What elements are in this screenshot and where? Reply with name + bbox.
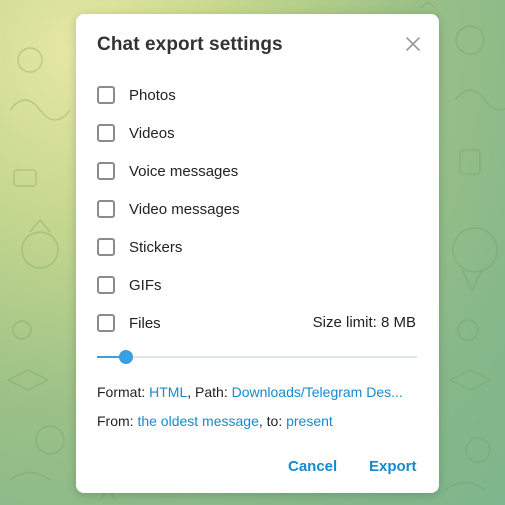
to-prefix: , to: — [258, 413, 287, 429]
path-link[interactable]: Downloads/Telegram Des... — [232, 384, 403, 400]
option-video-messages[interactable]: Video messages — [97, 198, 240, 220]
checkbox-photos[interactable] — [97, 86, 115, 104]
option-label-gifs: GIFs — [129, 276, 162, 294]
option-voice-messages[interactable]: Voice messages — [97, 160, 238, 182]
checkbox-videos[interactable] — [97, 124, 115, 142]
close-icon[interactable] — [405, 36, 421, 52]
option-stickers[interactable]: Stickers — [97, 236, 182, 258]
option-label-photos: Photos — [129, 86, 176, 104]
export-button[interactable]: Export — [369, 458, 417, 475]
dialog-title: Chat export settings — [97, 34, 283, 55]
option-label-stickers: Stickers — [129, 238, 183, 256]
option-label-videos: Videos — [129, 124, 175, 142]
checkbox-stickers[interactable] — [97, 238, 115, 256]
range-row: From: the oldest message, to: present — [97, 413, 333, 429]
option-videos[interactable]: Videos — [97, 122, 175, 144]
format-row: Format: HTML, Path: Downloads/Telegram D… — [97, 384, 403, 400]
option-label-voice-messages: Voice messages — [129, 162, 239, 180]
from-link[interactable]: the oldest message — [137, 413, 258, 429]
size-limit-label: Size limit: 8 MB — [312, 314, 416, 331]
slider-thumb[interactable] — [118, 350, 133, 364]
checkbox-voice-messages[interactable] — [97, 162, 115, 180]
checkbox-gifs[interactable] — [97, 276, 115, 294]
chat-export-dialog: Chat export settings Photos Videos Voice… — [76, 14, 439, 493]
option-photos[interactable]: Photos — [97, 84, 176, 106]
option-gifs[interactable]: GIFs — [97, 274, 162, 296]
checkbox-files[interactable] — [97, 314, 115, 332]
checkbox-video-messages[interactable] — [97, 200, 115, 218]
from-prefix: From: — [97, 413, 138, 429]
cancel-button[interactable]: Cancel — [288, 458, 337, 475]
option-files[interactable]: Files — [97, 312, 161, 334]
option-label-video-messages: Video messages — [129, 200, 240, 218]
path-prefix: , Path: — [187, 384, 232, 400]
to-link[interactable]: present — [286, 413, 333, 429]
format-link[interactable]: HTML — [149, 384, 187, 400]
slider-track — [97, 356, 417, 358]
option-label-files: Files — [129, 314, 161, 332]
size-limit-slider[interactable] — [97, 350, 417, 364]
format-prefix: Format: — [97, 384, 150, 400]
